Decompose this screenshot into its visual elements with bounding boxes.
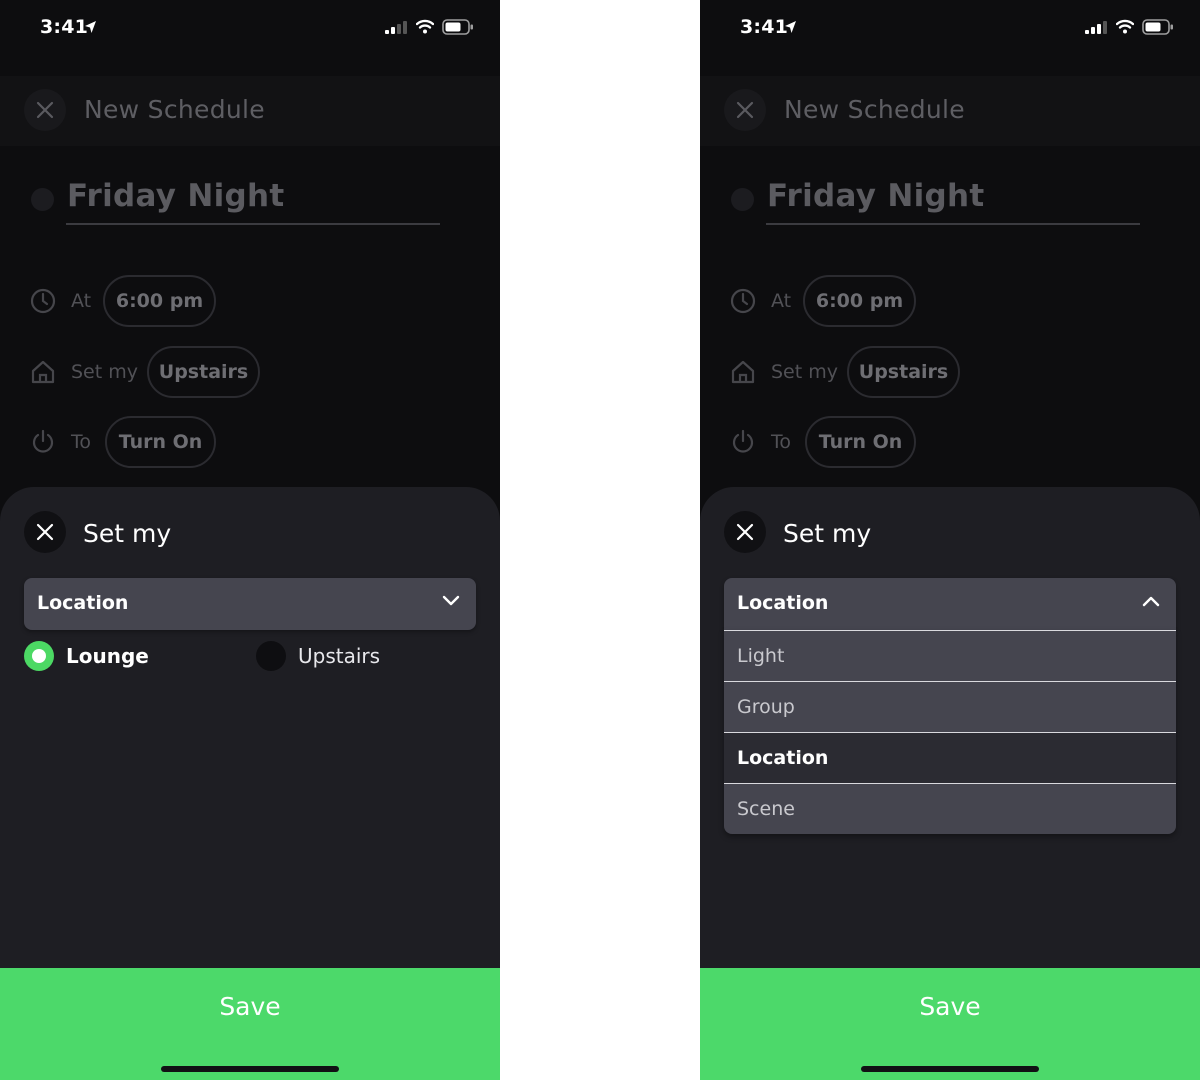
time-chip[interactable]: 6:00 pm bbox=[803, 275, 916, 327]
schedule-name-underline bbox=[766, 223, 1140, 225]
dropdown-option-scene[interactable]: Scene bbox=[724, 783, 1176, 834]
rule-label-at: At bbox=[71, 290, 92, 312]
dropdown-selected-value: Location bbox=[737, 592, 829, 614]
radio-option-lounge[interactable]: Lounge bbox=[24, 641, 149, 671]
action-chip[interactable]: Turn On bbox=[105, 416, 216, 468]
clock-icon bbox=[30, 288, 56, 314]
target-chip[interactable]: Upstairs bbox=[847, 346, 960, 398]
schedule-enable-toggle[interactable] bbox=[731, 188, 754, 211]
page-title: New Schedule bbox=[84, 95, 265, 124]
target-chip[interactable]: Upstairs bbox=[147, 346, 260, 398]
rule-label-to: To bbox=[71, 431, 92, 453]
home-icon bbox=[31, 360, 55, 384]
schedule-name-input[interactable]: Friday Night bbox=[767, 178, 985, 214]
action-chip[interactable]: Turn On bbox=[805, 416, 916, 468]
phone-screen-left: 3:41 New Schedule Friday Night At 6:00 p… bbox=[0, 0, 500, 1080]
status-time: 3:41 bbox=[740, 16, 789, 38]
radio-button-selected[interactable] bbox=[24, 641, 54, 671]
dropdown-selected-value: Location bbox=[37, 592, 129, 614]
schedule-enable-toggle[interactable] bbox=[31, 188, 54, 211]
header-bar: New Schedule bbox=[0, 76, 500, 146]
close-schedule-button[interactable] bbox=[724, 89, 766, 131]
close-icon bbox=[736, 101, 754, 119]
radio-label: Upstairs bbox=[298, 644, 381, 668]
rule-row-target: Set my Upstairs bbox=[700, 346, 1200, 398]
chevron-down-icon bbox=[442, 595, 460, 606]
dropdown-menu: Light Group Location Scene bbox=[724, 630, 1176, 834]
home-icon bbox=[731, 360, 755, 384]
rule-label-set-my: Set my bbox=[771, 361, 838, 383]
dropdown-option-light[interactable]: Light bbox=[724, 630, 1176, 681]
save-label: Save bbox=[919, 992, 981, 1021]
save-button[interactable]: Save bbox=[700, 968, 1200, 1080]
radio-button[interactable] bbox=[256, 641, 286, 671]
dropdown-option-location[interactable]: Location bbox=[724, 732, 1176, 783]
location-arrow-icon bbox=[85, 21, 96, 33]
battery-icon bbox=[442, 19, 473, 35]
signal-icon bbox=[1085, 21, 1107, 34]
location-arrow-icon bbox=[785, 21, 796, 33]
dropdown-option-group[interactable]: Group bbox=[724, 681, 1176, 732]
close-icon bbox=[736, 523, 754, 541]
time-chip[interactable]: 6:00 pm bbox=[103, 275, 216, 327]
rule-row-target: Set my Upstairs bbox=[0, 346, 500, 398]
close-icon bbox=[36, 523, 54, 541]
status-bar: 3:41 bbox=[700, 0, 1200, 56]
page-title: New Schedule bbox=[784, 95, 965, 124]
radio-label: Lounge bbox=[66, 644, 149, 668]
sheet-title: Set my bbox=[83, 519, 172, 548]
schedule-name-underline bbox=[66, 223, 440, 225]
save-label: Save bbox=[219, 992, 281, 1021]
close-sheet-button[interactable] bbox=[724, 511, 766, 553]
home-indicator bbox=[161, 1066, 339, 1072]
status-time: 3:41 bbox=[40, 16, 89, 38]
radio-option-upstairs[interactable]: Upstairs bbox=[256, 641, 380, 671]
close-icon bbox=[36, 101, 54, 119]
phone-screen-right: 3:41 New Schedule Friday Night At 6:00 p… bbox=[700, 0, 1200, 1080]
wifi-icon bbox=[416, 19, 434, 34]
clock-icon bbox=[730, 288, 756, 314]
rule-label-set-my: Set my bbox=[71, 361, 138, 383]
schedule-name-input[interactable]: Friday Night bbox=[67, 178, 285, 214]
rule-row-time: At 6:00 pm bbox=[700, 275, 1200, 327]
status-bar: 3:41 bbox=[0, 0, 500, 56]
rule-row-action: To Turn On bbox=[700, 416, 1200, 468]
close-sheet-button[interactable] bbox=[24, 511, 66, 553]
close-schedule-button[interactable] bbox=[24, 89, 66, 131]
rule-label-at: At bbox=[771, 290, 792, 312]
home-indicator bbox=[861, 1066, 1039, 1072]
type-dropdown[interactable]: Location bbox=[24, 578, 476, 630]
signal-icon bbox=[385, 21, 407, 34]
rule-row-action: To Turn On bbox=[0, 416, 500, 468]
power-icon bbox=[32, 429, 54, 453]
rule-label-to: To bbox=[771, 431, 792, 453]
header-bar: New Schedule bbox=[700, 76, 1200, 146]
wifi-icon bbox=[1116, 19, 1134, 34]
sheet-title: Set my bbox=[783, 519, 872, 548]
battery-icon bbox=[1142, 19, 1173, 35]
type-dropdown[interactable]: Location bbox=[724, 578, 1176, 630]
chevron-up-icon bbox=[1142, 596, 1160, 607]
rule-row-time: At 6:00 pm bbox=[0, 275, 500, 327]
save-button[interactable]: Save bbox=[0, 968, 500, 1080]
power-icon bbox=[732, 429, 754, 453]
